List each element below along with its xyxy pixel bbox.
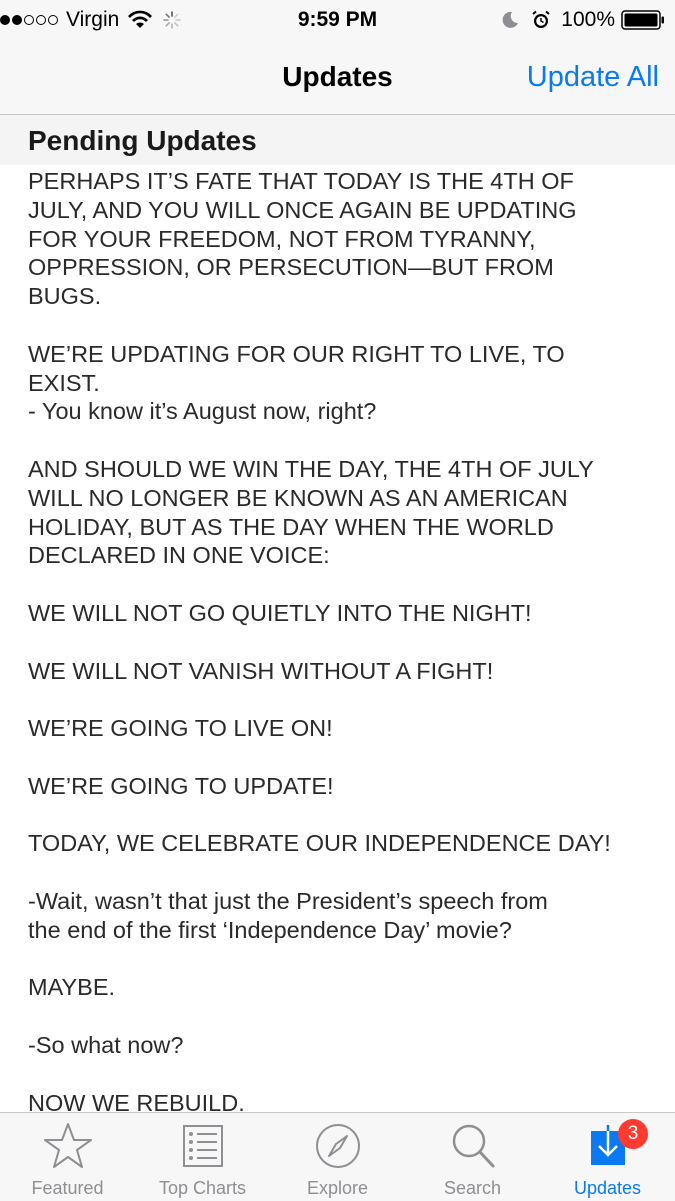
tab-featured[interactable]: Featured [0, 1113, 135, 1201]
battery-percentage: 100% [561, 8, 615, 31]
release-note-paragraph: WE’RE UPDATING FOR OUR RIGHT TO LIVE, TO… [28, 340, 565, 425]
update-all-button[interactable]: Update All [527, 40, 659, 114]
section-header: Pending Updates [0, 115, 675, 165]
status-right: 100% [501, 0, 665, 40]
star-icon [43, 1123, 92, 1168]
tab-search[interactable]: Search [405, 1113, 540, 1201]
updates-count-badge: 3 [618, 1119, 648, 1149]
release-note-paragraph: WE’RE GOING TO UPDATE! [28, 772, 334, 799]
tab-label: Explore [306, 1178, 369, 1198]
battery-icon [621, 10, 664, 30]
tab-explore[interactable]: Explore [270, 1113, 405, 1201]
tab-label: Top Charts [158, 1178, 247, 1198]
release-note-paragraph: -So what now? [28, 1031, 184, 1058]
release-note-paragraph: MAYBE. [28, 974, 116, 1001]
navigation-bar: Updates Update All [0, 40, 675, 115]
release-note-paragraph: WE’RE GOING TO LIVE ON! [28, 715, 333, 742]
release-notes: PERHAPS IT’S FATE THAT TODAY IS THE 4TH … [28, 167, 658, 1112]
tab-label: Featured [31, 1178, 104, 1198]
tab-label: Search [443, 1178, 502, 1198]
tab-top-charts[interactable]: Top Charts [135, 1113, 270, 1201]
release-note-paragraph: TODAY, WE CELEBRATE OUR INDEPENDENCE DAY… [28, 830, 611, 857]
alarm-clock-icon [532, 10, 550, 28]
release-note-paragraph: AND SHOULD WE WIN THE DAY, THE 4TH OF JU… [28, 455, 594, 569]
status-bar: Virgin 9:59 PM 100% [0, 0, 675, 40]
search-icon [452, 1124, 494, 1168]
compass-icon [315, 1124, 360, 1168]
list-icon [182, 1125, 223, 1167]
tab-updates[interactable]: 3 Updates [540, 1113, 675, 1201]
tab-label: Updates [573, 1178, 642, 1198]
section-title: Pending Updates [28, 125, 257, 156]
release-note-paragraph: NOW WE REBUILD. [28, 1089, 245, 1113]
release-note-paragraph: PERHAPS IT’S FATE THAT TODAY IS THE 4TH … [28, 168, 577, 310]
release-note-paragraph: WE WILL NOT GO QUIETLY INTO THE NIGHT! [28, 599, 532, 626]
tab-bar: Featured Top Charts Explore Search 3 Upd… [0, 1112, 675, 1201]
release-note-paragraph: -Wait, wasn’t that just the President’s … [28, 887, 548, 943]
release-note-paragraph: WE WILL NOT VANISH WITHOUT A FIGHT! [28, 657, 494, 684]
moon-icon [502, 11, 519, 28]
